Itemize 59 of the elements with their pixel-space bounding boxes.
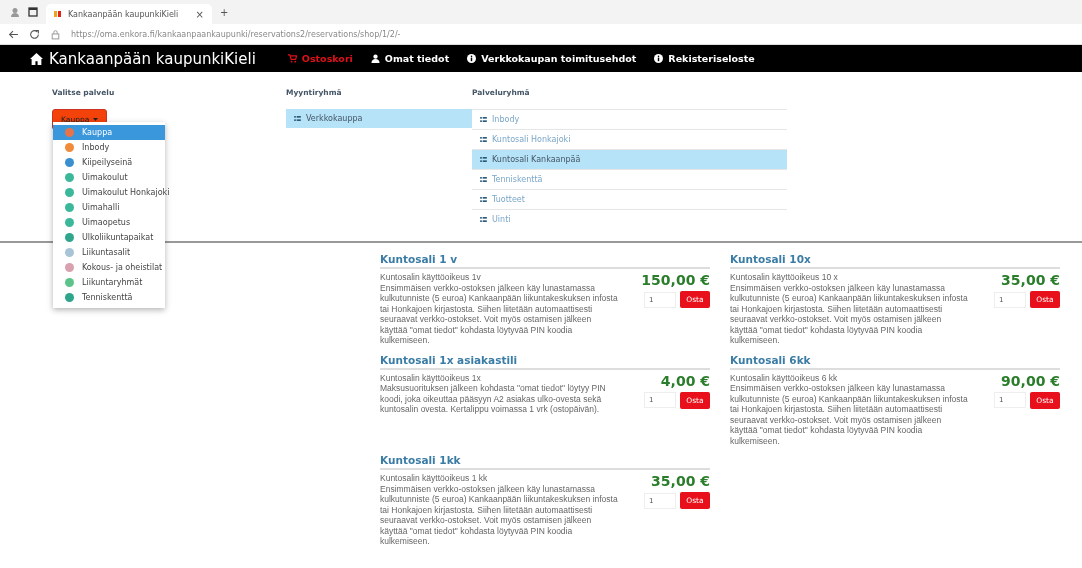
product-price: 35,00 € <box>651 473 710 489</box>
menu-item[interactable]: Inbody <box>53 140 165 155</box>
product-subtitle: Kuntosalin käyttöoikeus 1 kk <box>380 473 489 484</box>
product-description: Maksusuorituksen jälkeen kohdasta "omat tiedot" löytyy PIN koodi, joka oikeuttaa pääsyyn A2 asiakas ulko-ovesta sekä kuntosalin ovesta. Kertalippu voimassa 1 vrk (ostopäivän). <box>380 383 607 415</box>
nav-link[interactable]: Ostoskori <box>287 53 353 64</box>
product-subtitle: Kuntosalin käyttöoikeus 1v <box>380 272 482 283</box>
product-title: Kuntosali 1kk <box>380 454 710 470</box>
product-description: Ensimmäisen verkko-ostoksen jälkeen käy lunastamassa kulkutunniste (5 euroa) Kankaanpään liikuntakeskuksen infosta tai Honkajoen kirjastosta. Siihen liitetään automaattisesti seuraavat verkko-ostokset. Voit myös ostamisen jälkeen käyttää "omat tiedot" kohdasta löytyvää PIN koodia kulkemiseen. <box>730 282 969 346</box>
list-icon <box>480 137 487 142</box>
product-title: Kuntosali 1x asiakastili <box>380 353 710 370</box>
cart-icon <box>287 54 297 63</box>
product-price: 90,00 € <box>1001 372 1060 389</box>
browser-tab[interactable]: Kankaanpään kaupunkiKieli × <box>46 4 212 24</box>
info-icon <box>467 54 477 63</box>
product-description: Ensimmäisen verkko-ostoksen jälkeen käy lunastamassa kulkutunniste (5 euroa) Kankaanpään liikuntakeskuksen infosta tai Honkajoen kirjastosta. Siihen liitetään automaattisesti seuraavat verkko-ostokset. Voit myös ostamisen jälkeen käyttää "omat tiedot" kohdasta löytyvää PIN koodia kulkemiseen. <box>380 483 619 547</box>
close-tab-button[interactable]: × <box>195 8 204 20</box>
menu-item[interactable]: Kokous- ja oheistilat <box>53 260 165 275</box>
new-tab-button[interactable]: + <box>220 6 229 18</box>
menu-item[interactable]: Tenniskenttä <box>53 290 165 305</box>
site-icon <box>54 10 62 18</box>
product-description: Ensimmäisen verkko-ostoksen jälkeen käy lunastamassa kulkutunniste (5 euroa) Kankaanpään liikuntakeskuksen infosta tai Honkajoen kirjastosta. Siihen liitetään automaattisesti seuraavat verkko-ostokset. Voit myös ostamisen jälkeen käyttää "omat tiedot" kohdasta löytyvää PIN koodia kulkemiseen. <box>730 383 969 446</box>
nav-link[interactable]: Verkkokaupan toimitusehdot <box>467 53 637 64</box>
group-item[interactable]: Verkkokauppa <box>286 109 472 128</box>
menu-item[interactable]: Kiipeilyseinä <box>53 155 165 170</box>
product-title: Kuntosali 1 v <box>380 253 710 269</box>
product-price: 35,00 € <box>1001 272 1060 288</box>
list-icon <box>480 157 487 162</box>
product-price: 4,00 € <box>660 372 710 389</box>
list-icon <box>480 117 487 122</box>
nav-link[interactable]: Omat tiedot <box>370 53 450 64</box>
menu-item[interactable]: Uimahalli <box>53 200 165 215</box>
product-title: Kuntosali 6kk <box>730 353 1060 370</box>
back-icon[interactable] <box>8 28 19 40</box>
profile-icon[interactable] <box>10 7 20 17</box>
nav-link[interactable]: Rekisteriseloste <box>654 53 755 64</box>
product-subtitle: Kuntosalin käyttöoikeus 10 x <box>730 272 839 283</box>
list-icon <box>480 197 487 202</box>
list-icon <box>294 116 301 121</box>
lock-icon <box>50 28 61 40</box>
user-icon <box>370 54 380 63</box>
info-icon <box>654 54 664 63</box>
product-price: 150,00 € <box>641 272 710 288</box>
menu-item[interactable]: Uimaopetus <box>53 215 165 230</box>
list-icon <box>480 177 487 182</box>
product-title: Kuntosali 10x <box>730 253 1060 269</box>
home-icon <box>30 52 43 65</box>
product-description: Ensimmäisen verkko-ostoksen jälkeen käy lunastamassa kulkutunniste (5 euroa) Kankaanpään liikuntakeskuksen infosta tai Honkajoen kirjastosta. Siihen liitetään automaattisesti seuraavat verkko-ostokset. Voit myös ostamisen jälkeen käyttää "omat tiedot" kohdasta löytyvää PIN koodia kulkemiseen. <box>380 282 619 346</box>
product-subtitle: Kuntosalin käyttöoikeus 1x <box>380 372 482 383</box>
product-subtitle: Kuntosalin käyttöoikeus 6 kk <box>730 372 839 383</box>
menu-item[interactable]: Liikuntaryhmät <box>53 275 165 290</box>
list-icon <box>480 217 487 222</box>
menu-item[interactable]: Liikuntasalit <box>53 245 165 260</box>
reload-icon[interactable] <box>29 28 40 40</box>
menu-item[interactable]: Uimakoulut <box>53 170 165 185</box>
address-bar[interactable]: https://oma.enkora.fi/kankaanpaankaupunki/reservations2/reservations/shop/1/2/- <box>71 29 401 39</box>
site-brand-link[interactable]: Kankaanpään kaupunkiKieli <box>30 49 256 68</box>
tab-actions-icon[interactable] <box>28 7 38 17</box>
menu-item[interactable]: Ulkoliikuntapaikat <box>53 230 165 245</box>
group-item[interactable]: Kuntosali Kankaanpää <box>472 149 787 169</box>
